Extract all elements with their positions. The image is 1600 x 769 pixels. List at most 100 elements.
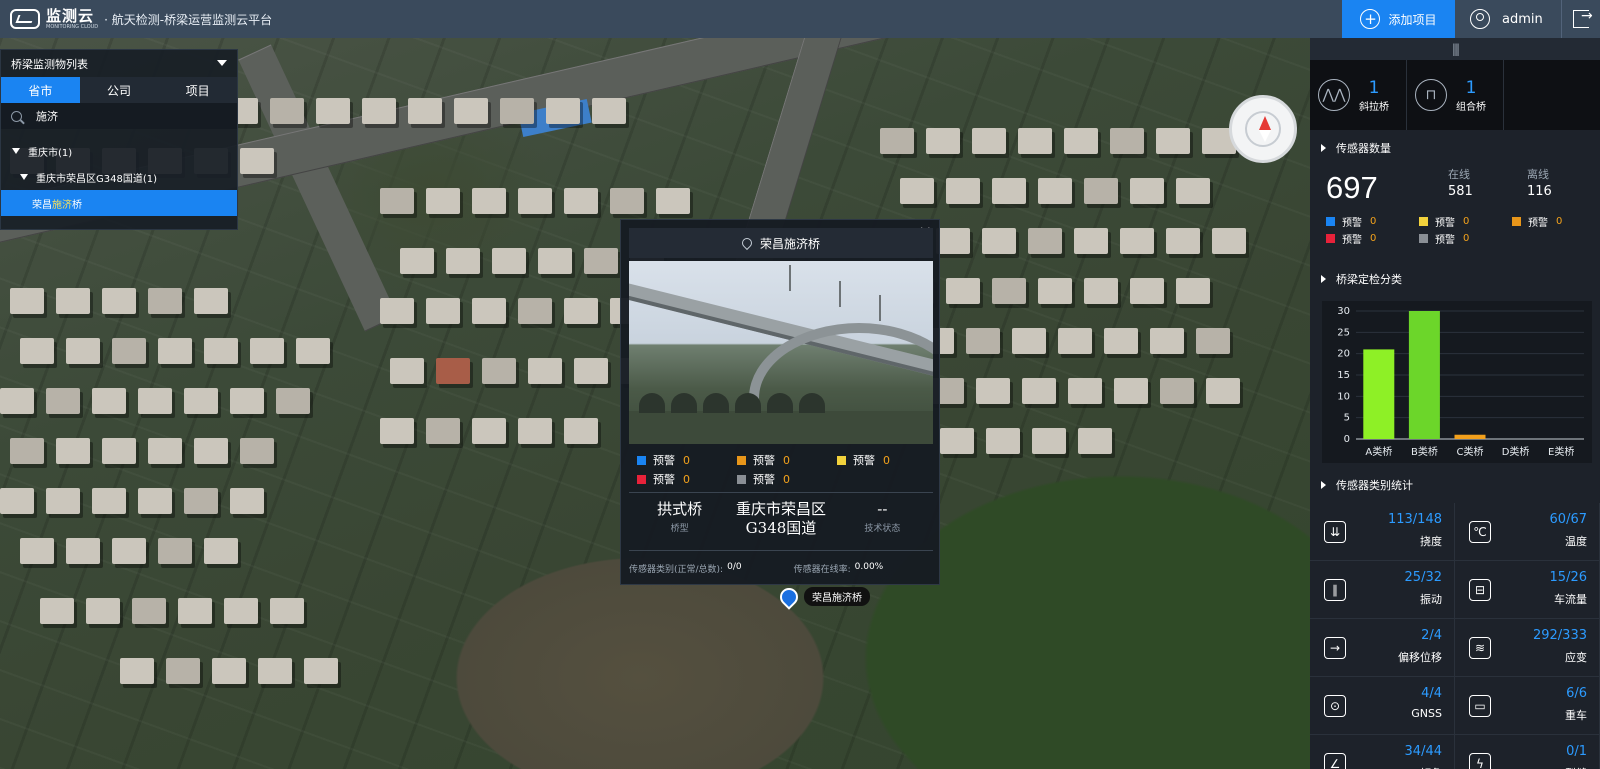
y-tick-label: 15 <box>1337 370 1350 381</box>
sensor-type-label: 应变 <box>1565 651 1587 664</box>
sensor-type-temperature[interactable]: ℃ 60/67 温度 <box>1455 503 1600 561</box>
warning-item: 预警 0 <box>1512 214 1592 229</box>
tree-item-bridge[interactable]: 荣昌 施济桥 <box>1 190 237 216</box>
sensor-type-deflection[interactable]: ⇊ 113/148 挠度 <box>1310 503 1455 561</box>
map-building <box>1028 228 1062 254</box>
user-menu[interactable]: admin <box>1470 0 1543 38</box>
map-building <box>1130 278 1164 304</box>
list-panel-header[interactable]: 桥梁监测物列表 <box>1 50 237 77</box>
sensor-type-gnss[interactable]: ⊙ 4/4 GNSS <box>1310 677 1455 735</box>
tab-project[interactable]: 项目 <box>158 77 238 103</box>
map-building <box>92 388 126 414</box>
marker-label: 荣昌施济桥 <box>804 587 870 606</box>
photo-lamp <box>879 295 881 321</box>
map-building <box>10 438 44 464</box>
map-building <box>1084 178 1118 204</box>
x-tick-label: E类桥 <box>1548 445 1574 458</box>
sensor-type-heavy-vehicle[interactable]: ▭ 6/6 重车 <box>1455 677 1600 735</box>
popup-title: 荣昌施济桥 <box>759 236 820 251</box>
map-building <box>1012 328 1046 354</box>
bridge-classify-header[interactable]: 桥梁定检分类 <box>1310 261 1600 297</box>
map-building <box>940 428 974 454</box>
sensor-type-label: 振动 <box>1420 593 1442 606</box>
caret-down-icon[interactable] <box>20 174 28 180</box>
map-building <box>992 178 1026 204</box>
sensor-type-value: 113/148 <box>1387 512 1442 527</box>
map-building <box>10 288 44 314</box>
app-title: · 航天检测-桥梁运营监测云平台 <box>104 12 273 27</box>
dropdown-icon[interactable] <box>217 60 227 66</box>
bridge-type-summary: ⋀⋀ 1 斜拉桥 ⊓ 1 组合桥 <box>1310 60 1600 130</box>
photo-water <box>629 411 933 444</box>
caret-down-icon[interactable] <box>12 148 20 154</box>
map-building <box>1074 228 1108 254</box>
sensor-type-displacement[interactable]: → 2/4 偏移位移 <box>1310 619 1455 677</box>
warning-color-square <box>1419 217 1428 226</box>
map-building <box>390 358 424 384</box>
thermometer-icon: ℃ <box>1469 521 1491 543</box>
sensor-type-label: 车流量 <box>1554 593 1587 606</box>
panel-drag-handle[interactable]: ||| <box>1310 38 1600 60</box>
y-tick-label: 10 <box>1337 391 1350 402</box>
map-building <box>230 488 264 514</box>
map-building <box>178 598 212 624</box>
online-label: 在线 <box>1448 168 1470 181</box>
tab-company[interactable]: 公司 <box>79 77 159 103</box>
warning-count: 0 <box>1463 233 1470 244</box>
sensor-type-strain[interactable]: ≋ 292/333 应变 <box>1455 619 1600 677</box>
warning-color-square <box>637 474 646 484</box>
tree-item-city[interactable]: 重庆市(1) <box>1 138 237 164</box>
plus-icon: + <box>1360 9 1381 29</box>
sensor-type-vibration[interactable]: ∥ 25/32 振动 <box>1310 561 1455 619</box>
map-building <box>454 98 488 124</box>
map-building <box>158 538 192 564</box>
search-highlight: 施济 <box>52 199 72 211</box>
map-building <box>446 248 480 274</box>
online-rate-label: 传感器在线率: <box>793 565 851 575</box>
map-building <box>564 418 598 444</box>
map-building <box>204 538 238 564</box>
tab-province-city[interactable]: 省市 <box>1 77 80 103</box>
map-building <box>230 388 264 414</box>
map-building <box>204 338 238 364</box>
bridge-map-marker[interactable]: 荣昌施济桥 <box>776 583 870 610</box>
sensor-type-label: GNSS <box>1411 707 1442 720</box>
logout-button[interactable] <box>1561 0 1600 38</box>
tree-item-label: 重庆市(1) <box>28 147 73 159</box>
brand-name: 监测云 <box>46 6 95 25</box>
sensor-type-value: 0/1 <box>1566 744 1587 759</box>
photo-lamp <box>789 265 791 291</box>
logout-icon <box>1573 8 1593 28</box>
warning-label: 预警 <box>1435 218 1455 229</box>
sensor-type-value: 34/44 <box>1404 744 1442 759</box>
warning-item: 预警 0 <box>1419 231 1512 246</box>
map-building <box>258 658 292 684</box>
tree-item-project[interactable]: 重庆市荣昌区G348国道(1) <box>1 164 237 190</box>
map-road <box>238 44 398 332</box>
search-input[interactable] <box>36 109 216 123</box>
sensor-warning-legend: 预警 0 预警 0 预警 0 预警 0 预警 0 <box>1326 214 1596 246</box>
sensor-type-value: 6/6 <box>1566 686 1587 701</box>
map-building <box>900 178 934 204</box>
tree-item-label: 重庆市荣昌区G348国道(1) <box>36 173 158 185</box>
map-pin-icon[interactable] <box>776 583 802 610</box>
sensor-type-header[interactable]: 传感器类别统计 <box>1310 467 1600 503</box>
map-building <box>426 418 460 444</box>
bridge-type-label: 斜拉桥 <box>1359 101 1389 113</box>
crack-icon: ϟ <box>1469 753 1491 769</box>
sensor-type-crack[interactable]: ϟ 0/1 裂缝 <box>1455 735 1600 769</box>
search-icon <box>11 110 22 122</box>
add-project-button[interactable]: + 添加项目 <box>1342 0 1455 38</box>
sensor-type-traffic[interactable]: ⊟ 15/26 车流量 <box>1455 561 1600 619</box>
sensor-count-header[interactable]: 传感器数量 <box>1310 130 1600 166</box>
map-building <box>880 128 914 154</box>
sensor-count-block: 697 在线 581 离线 116 预警 0 预警 0 预警 0 预警 0 预警 0 <box>1310 166 1600 261</box>
compass-control[interactable] <box>1229 95 1297 163</box>
sensor-type-inclination[interactable]: ∠ 34/44 倾角 <box>1310 735 1455 769</box>
map-building <box>982 228 1016 254</box>
warning-item: 预警 0 <box>1419 214 1512 229</box>
composite-bridge-icon: ⊓ <box>1415 79 1447 111</box>
bridge-type-composite: ⊓ 1 组合桥 <box>1407 60 1504 130</box>
map-building <box>66 338 100 364</box>
map-building <box>46 488 80 514</box>
